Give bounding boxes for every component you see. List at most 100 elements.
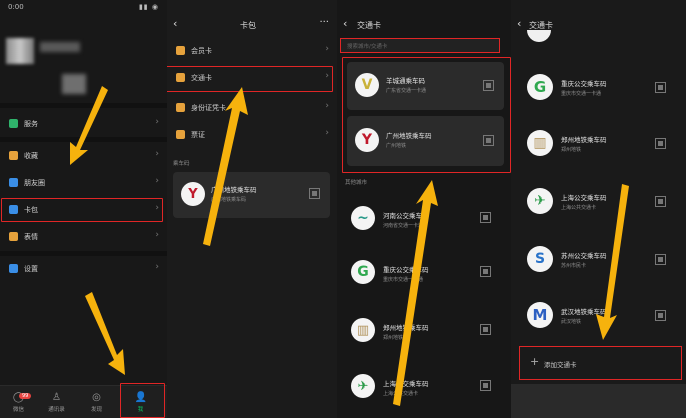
section-label: 其他城市	[345, 180, 368, 186]
card-name: 广州地铁乘车码	[386, 132, 432, 140]
settings-icon	[9, 264, 18, 273]
divider	[511, 384, 686, 418]
menu-item-stickers[interactable]: 表情 ›	[0, 224, 167, 250]
menu-item-settings[interactable]: 设置 ›	[0, 256, 167, 282]
list-item[interactable]: G 重庆公交乘车码 重庆市交通一卡通	[511, 64, 686, 114]
menu-item-id-card[interactable]: 身份证凭卡 ›	[167, 95, 337, 121]
card-subtitle: 重庆市交通一卡通	[383, 277, 424, 283]
card-subtitle: 广州地铁	[386, 143, 407, 149]
suzhou-transit-logo-icon: S	[527, 246, 553, 272]
qr-code-icon	[655, 138, 666, 149]
menu-item-label: 设置	[24, 265, 38, 273]
card-subtitle: 郑州地铁	[383, 335, 404, 341]
menu-item-label: 表情	[24, 233, 38, 241]
tab-discover[interactable]: ◎ 发现	[80, 388, 113, 418]
wechat-me-screen: 0:00 ▮▮ ◉ 服务 › 收藏 › 朋友圈 › 卡包 › 表情 › 设置 ›	[0, 0, 167, 418]
guangzhou-metro-logo-icon: Y	[181, 182, 205, 206]
list-item[interactable]: M 武汉地铁乘车码 武汉地铁	[511, 294, 686, 344]
highlight-box	[167, 66, 333, 92]
chongqing-transit-logo-icon: G	[527, 74, 553, 100]
shanghai-transit-logo-icon: ✈	[527, 188, 553, 214]
menu-item-member-card[interactable]: 会员卡 ›	[167, 38, 337, 64]
card-name: 郑州地铁乘车码	[383, 324, 429, 332]
chevron-right-icon: ›	[155, 262, 159, 272]
list-item[interactable]: ✈ 上海公交乘车码 上海公共交通卡	[337, 364, 511, 412]
card-name: 重庆公交乘车码	[561, 80, 607, 88]
card-name: 苏州公交乘车码	[561, 252, 607, 260]
list-item[interactable]: S 苏州公交乘车码 苏州市民卡	[511, 236, 686, 286]
qr-code-icon	[309, 188, 320, 199]
transit-card-screen: ‹ 交通卡 搜索城市/交通卡 V 羊城通乘车码 广东省交通一卡通 Y 广州地铁乘…	[337, 0, 511, 418]
wuhan-metro-logo-icon: M	[527, 302, 553, 328]
service-icon	[9, 119, 18, 128]
card-name: 上海公交乘车码	[561, 194, 607, 202]
plus-icon: +	[530, 355, 540, 368]
page-title: 交通卡	[357, 21, 381, 30]
card-subtitle: 郑州地铁	[561, 147, 582, 153]
list-item[interactable]: ▥ 郑州地铁乘车码 郑州地铁	[337, 308, 511, 356]
back-icon[interactable]: ‹	[343, 17, 347, 30]
back-icon[interactable]: ‹	[173, 17, 177, 30]
divider	[0, 137, 167, 142]
card-subtitle: 广东省交通一卡通	[386, 88, 427, 94]
henan-transit-logo-icon: ~	[351, 206, 375, 230]
menu-item-tickets[interactable]: 票证 ›	[167, 122, 337, 148]
more-icon[interactable]: ···	[319, 17, 329, 28]
transit-card-list-screen: ‹ 交通卡 G 重庆公交乘车码 重庆市交通一卡通 ▥ 郑州地铁乘车码 郑州地铁 …	[511, 0, 686, 418]
list-item[interactable]: ✈ 上海公交乘车码 上海公共交通卡	[511, 178, 686, 228]
menu-item-label: 收藏	[24, 152, 38, 160]
partial-logo	[527, 30, 551, 42]
card-subtitle: 河南省交通一卡通	[383, 223, 424, 229]
status-bar: 0:00 ▮▮ ◉	[0, 0, 167, 16]
menu-item-label: 会员卡	[191, 47, 212, 55]
qr-code-icon	[655, 310, 666, 321]
nav-bar: ‹ 交通卡	[337, 16, 511, 34]
guangzhou-metro-logo-icon: Y	[355, 128, 379, 152]
menu-item-label: 朋友圈	[24, 179, 45, 187]
status-icons: ▮▮ ◉	[138, 3, 159, 11]
tab-chats[interactable]: ◯ 99 微信	[2, 388, 35, 418]
add-transit-card-button[interactable]: + 添加交通卡	[519, 346, 682, 380]
menu-item-moments[interactable]: 朋友圈 ›	[0, 170, 167, 196]
ticket-icon	[176, 130, 185, 139]
qr-code-icon	[480, 212, 491, 223]
card-subtitle: 武汉地铁	[561, 319, 582, 325]
avatar[interactable]	[6, 38, 34, 64]
list-item[interactable]: ~ 河南公交乘车码 河南省交通一卡通	[337, 196, 511, 244]
back-icon[interactable]: ‹	[517, 17, 521, 30]
qr-code-icon	[480, 380, 491, 391]
list-item[interactable]: ▥ 郑州地铁乘车码 郑州地铁	[511, 120, 686, 170]
card-name: 重庆公交乘车码	[383, 266, 429, 274]
search-input[interactable]: 搜索城市/交通卡	[340, 38, 500, 53]
qr-code-icon	[480, 266, 491, 277]
chevron-right-icon: ›	[325, 128, 329, 138]
qr-code-icon	[483, 80, 494, 91]
profile-id-blurred	[62, 74, 86, 94]
tab-label: 发现	[90, 407, 102, 413]
card-subtitle: 广州地铁乘车码	[211, 197, 247, 203]
profile-name-blurred	[40, 42, 80, 52]
shanghai-transit-logo-icon: ✈	[351, 374, 375, 398]
card-guangzhou-metro[interactable]: Y 广州地铁乘车码 广州地铁乘车码	[173, 172, 330, 218]
menu-item-label: 身份证凭卡	[191, 104, 226, 112]
chevron-right-icon: ›	[155, 149, 159, 159]
card-subtitle: 苏州市民卡	[561, 263, 587, 269]
tab-label: 微信	[12, 407, 24, 413]
list-item[interactable]: G 重庆公交乘车码 重庆市交通一卡通	[337, 250, 511, 298]
page-title: 卡包	[240, 21, 256, 30]
highlight-box	[120, 383, 165, 418]
tab-contacts[interactable]: ♙ 通讯录	[40, 388, 73, 418]
member-card-icon	[176, 46, 185, 55]
menu-item-service[interactable]: 服务 ›	[0, 111, 167, 137]
card-guangzhou-metro[interactable]: Y 广州地铁乘车码 广州地铁	[347, 116, 504, 166]
qr-code-icon	[655, 196, 666, 207]
card-subtitle: 上海公共交通卡	[561, 205, 597, 211]
chevron-right-icon: ›	[325, 101, 329, 111]
chongqing-transit-logo-icon: G	[351, 260, 375, 284]
card-yangchengtong[interactable]: V 羊城通乘车码 广东省交通一卡通	[347, 62, 504, 110]
nav-bar: ‹ 卡包 ···	[167, 16, 337, 34]
card-subtitle: 重庆市交通一卡通	[561, 91, 602, 97]
chevron-right-icon: ›	[155, 230, 159, 240]
menu-item-favorites[interactable]: 收藏 ›	[0, 143, 167, 169]
chevron-right-icon: ›	[155, 176, 159, 186]
